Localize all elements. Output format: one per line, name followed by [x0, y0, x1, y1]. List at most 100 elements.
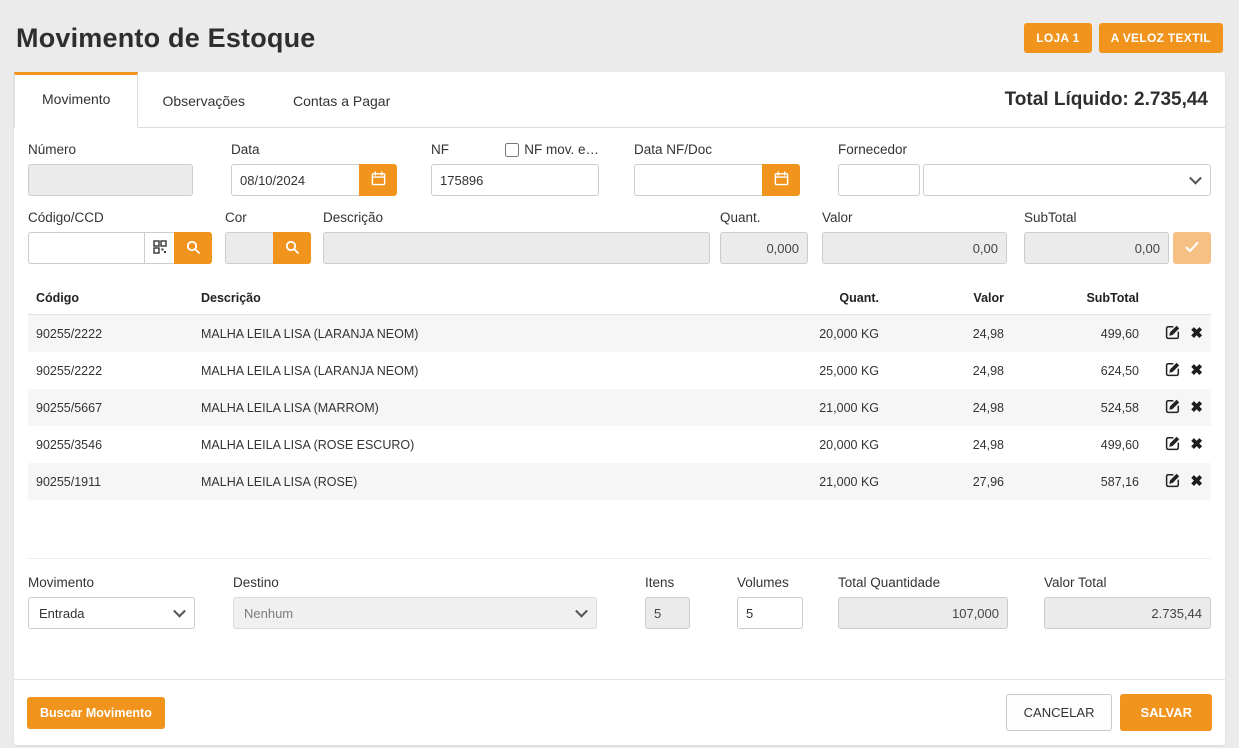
form-row-2: Código/CCD Cor — [28, 210, 1211, 264]
buscar-movimento-button[interactable]: Buscar Movimento — [27, 697, 165, 729]
search-icon — [285, 240, 299, 257]
card-footer: Buscar Movimento CANCELAR SALVAR — [14, 679, 1225, 745]
field-volumes: Volumes — [737, 575, 803, 629]
valor-input — [822, 232, 1007, 264]
field-valor-total: Valor Total — [1044, 575, 1211, 629]
cell-descricao: MALHA LEILA LISA (ROSE ESCURO) — [193, 426, 757, 463]
data-calendar-button[interactable] — [359, 164, 397, 196]
edit-icon — [1165, 435, 1181, 454]
tab-movimento[interactable]: Movimento — [14, 72, 138, 128]
tab-contas-a-pagar[interactable]: Contas a Pagar — [269, 72, 414, 127]
codigo-search-button[interactable] — [174, 232, 212, 264]
header-subtotal: SubTotal — [1012, 282, 1147, 315]
total-liquido: Total Líquido: 2.735,44 — [1005, 89, 1225, 111]
page-header: Movimento de Estoque LOJA 1 A VELOZ TEXT… — [0, 0, 1239, 72]
volumes-input[interactable] — [737, 597, 803, 629]
valor-label: Valor — [822, 210, 1007, 225]
valor-total-label: Valor Total — [1044, 575, 1211, 590]
search-icon — [186, 240, 200, 257]
field-nf: NF NF mov. e… — [431, 142, 599, 196]
cell-valor: 24,98 — [887, 389, 1012, 426]
confirm-item-button[interactable] — [1173, 232, 1211, 264]
edit-row-button[interactable] — [1165, 398, 1181, 417]
totals-section: Movimento Entrada Destino Nenhum Itens — [14, 558, 1225, 629]
movimento-label: Movimento — [28, 575, 195, 590]
store-button[interactable]: LOJA 1 — [1024, 23, 1091, 53]
items-table: Código Descrição Quant. Valor SubTotal 9… — [28, 282, 1211, 500]
field-itens: Itens — [645, 575, 690, 629]
codigo-ccd-label: Código/CCD — [28, 210, 212, 225]
nf-mov-checkbox-label: NF mov. e… — [524, 142, 599, 157]
destino-select-wrap: Nenhum — [233, 597, 597, 629]
nf-mov-checkbox[interactable] — [505, 143, 519, 157]
delete-row-button[interactable]: ✖ — [1190, 400, 1203, 415]
calendar-icon — [774, 171, 789, 189]
edit-row-button[interactable] — [1165, 472, 1181, 491]
destino-label: Destino — [233, 575, 597, 590]
fornecedor-code-input[interactable] — [838, 164, 920, 196]
cell-quant: 25,000 KG — [757, 352, 887, 389]
codigo-ccd-input[interactable] — [28, 232, 144, 264]
cell-valor: 24,98 — [887, 315, 1012, 353]
cell-codigo: 90255/2222 — [28, 315, 193, 353]
edit-icon — [1165, 398, 1181, 417]
nf-input[interactable] — [431, 164, 599, 196]
field-codigo-ccd: Código/CCD — [28, 210, 212, 264]
field-total-quantidade: Total Quantidade — [838, 575, 1008, 629]
nf-label: NF — [431, 142, 449, 157]
field-data-nf-doc: Data NF/Doc — [634, 142, 800, 196]
movimento-select[interactable]: Entrada — [28, 597, 195, 629]
delete-row-button[interactable]: ✖ — [1190, 474, 1203, 489]
fornecedor-label: Fornecedor — [838, 142, 1211, 157]
table-row: 90255/2222 MALHA LEILA LISA (LARANJA NEO… — [28, 315, 1211, 353]
itens-label: Itens — [645, 575, 690, 590]
volumes-label: Volumes — [737, 575, 803, 590]
delete-row-button[interactable]: ✖ — [1190, 363, 1203, 378]
cancelar-button[interactable]: CANCELAR — [1006, 694, 1113, 731]
cell-subtotal: 499,60 — [1012, 426, 1147, 463]
x-icon: ✖ — [1190, 363, 1203, 378]
cell-descricao: MALHA LEILA LISA (LARANJA NEOM) — [193, 352, 757, 389]
descricao-input — [323, 232, 710, 264]
header-buttons: LOJA 1 A VELOZ TEXTIL — [1024, 23, 1223, 53]
cell-valor: 24,98 — [887, 426, 1012, 463]
data-nf-doc-input[interactable] — [634, 164, 762, 196]
cell-quant: 21,000 KG — [757, 463, 887, 500]
salvar-button[interactable]: SALVAR — [1120, 694, 1212, 731]
total-quantidade-input — [838, 597, 1008, 629]
cor-search-button[interactable] — [273, 232, 311, 264]
cell-valor: 27,96 — [887, 463, 1012, 500]
header-quant: Quant. — [757, 282, 887, 315]
edit-row-button[interactable] — [1165, 324, 1181, 343]
itens-input — [645, 597, 690, 629]
x-icon: ✖ — [1190, 437, 1203, 452]
form-area: Número Data NF — [14, 128, 1225, 264]
company-button[interactable]: A VELOZ TEXTIL — [1099, 23, 1223, 53]
cell-descricao: MALHA LEILA LISA (MARROM) — [193, 389, 757, 426]
header-codigo: Código — [28, 282, 193, 315]
edit-row-button[interactable] — [1165, 435, 1181, 454]
quant-label: Quant. — [720, 210, 808, 225]
table-row: 90255/5667 MALHA LEILA LISA (MARROM) 21,… — [28, 389, 1211, 426]
nf-mov-checkbox-group[interactable]: NF mov. e… — [505, 142, 599, 157]
calendar-icon — [371, 171, 386, 189]
cor-input — [225, 232, 273, 264]
delete-row-button[interactable]: ✖ — [1190, 437, 1203, 452]
data-nf-calendar-button[interactable] — [762, 164, 800, 196]
fornecedor-select-wrap — [923, 164, 1211, 196]
cell-descricao: MALHA LEILA LISA (ROSE) — [193, 463, 757, 500]
tab-bar: Movimento Observações Contas a Pagar Tot… — [14, 72, 1225, 128]
numero-input — [28, 164, 193, 196]
delete-row-button[interactable]: ✖ — [1190, 326, 1203, 341]
total-quantidade-label: Total Quantidade — [838, 575, 1008, 590]
data-input[interactable] — [231, 164, 359, 196]
fornecedor-select[interactable] — [923, 164, 1211, 196]
table-row: 90255/1911 MALHA LEILA LISA (ROSE) 21,00… — [28, 463, 1211, 500]
cell-quant: 21,000 KG — [757, 389, 887, 426]
edit-row-button[interactable] — [1165, 361, 1181, 380]
numero-label: Número — [28, 142, 193, 157]
field-destino: Destino Nenhum — [233, 575, 597, 629]
check-icon — [1185, 241, 1199, 256]
barcode-button[interactable] — [144, 232, 174, 264]
tab-observacoes[interactable]: Observações — [138, 72, 268, 127]
